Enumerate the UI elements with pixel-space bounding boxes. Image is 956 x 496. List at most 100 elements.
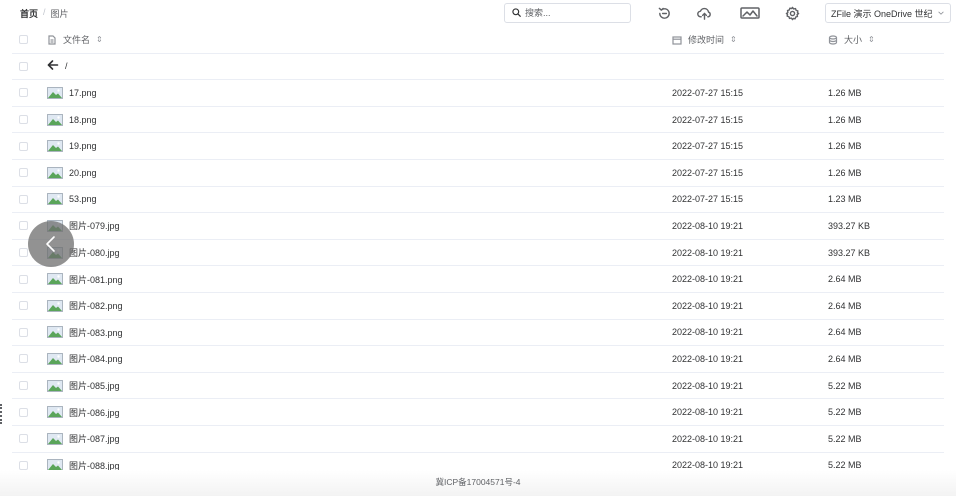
file-name[interactable]: 53.png <box>69 194 97 204</box>
row-checkbox[interactable] <box>19 168 28 178</box>
file-row[interactable]: 图片-084.png 2022-08-10 19:21 2.64 MB <box>12 346 944 373</box>
file-name[interactable]: 图片-087.jpg <box>69 432 120 445</box>
file-name[interactable]: 图片-079.jpg <box>69 219 120 232</box>
file-row[interactable]: 53.png 2022-07-27 15:15 1.23 MB <box>12 187 944 214</box>
file-row[interactable]: 图片-086.jpg 2022-08-10 19:21 5.22 MB <box>12 399 944 426</box>
row-checkbox[interactable] <box>19 434 28 444</box>
row-checkbox[interactable] <box>19 381 28 391</box>
sort-icon[interactable]: ⇕ <box>730 35 737 44</box>
header-name[interactable]: 文件名 ⇕ <box>47 33 103 46</box>
file-size: 1.26 MB <box>828 167 862 178</box>
floating-back-button[interactable] <box>28 221 74 267</box>
file-row[interactable]: 20.png 2022-07-27 15:15 1.26 MB <box>12 160 944 187</box>
file-name[interactable]: 18.png <box>69 115 97 125</box>
file-name-cell: 18.png <box>47 113 97 126</box>
file-size: 393.27 KB <box>828 247 871 258</box>
header-size-label: 大小 <box>844 35 863 46</box>
file-name[interactable]: 图片-085.jpg <box>69 379 120 392</box>
search-input[interactable] <box>525 8 625 18</box>
database-icon <box>828 35 838 45</box>
file-size: 2.64 MB <box>828 300 862 311</box>
arrow-left-icon[interactable] <box>47 59 59 73</box>
select-all-checkbox[interactable] <box>19 35 28 45</box>
image-file-icon <box>47 432 63 445</box>
parent-directory-label: / <box>65 61 68 72</box>
image-file-icon <box>47 140 63 153</box>
row-checkbox[interactable] <box>19 407 28 417</box>
row-checkbox[interactable] <box>19 460 28 470</box>
image-file-icon <box>47 273 63 286</box>
drive-select-value: ZFile 演示 OneDrive 世纪 <box>831 8 933 19</box>
search-box[interactable] <box>504 3 631 23</box>
gallery-icon[interactable] <box>739 4 761 22</box>
row-checkbox[interactable] <box>19 327 28 337</box>
search-icon <box>512 4 521 22</box>
file-name[interactable]: 图片-084.png <box>69 352 123 365</box>
file-time: 2022-07-27 15:15 <box>672 114 744 125</box>
edge-marker <box>0 404 2 424</box>
file-time: 2022-07-27 15:15 <box>672 167 744 178</box>
file-row[interactable]: 图片-082.png 2022-08-10 19:21 2.64 MB <box>12 293 944 320</box>
file-row[interactable]: 图片-080.jpg 2022-08-10 19:21 393.27 KB <box>12 240 944 267</box>
file-row[interactable]: 17.png 2022-07-27 15:15 1.26 MB <box>12 80 944 107</box>
image-file-icon <box>47 87 63 99</box>
gear-icon[interactable] <box>783 4 801 22</box>
row-checkbox[interactable] <box>19 301 28 311</box>
image-file-icon <box>47 166 63 179</box>
breadcrumb-home[interactable]: 首页 <box>20 7 38 20</box>
cloud-upload-icon[interactable] <box>695 4 713 22</box>
row-checkbox[interactable] <box>19 88 28 98</box>
refresh-icon[interactable] <box>655 4 673 22</box>
file-row[interactable]: 18.png 2022-07-27 15:15 1.26 MB <box>12 107 944 134</box>
row-checkbox[interactable] <box>19 61 28 71</box>
file-name[interactable]: 图片-086.jpg <box>69 406 120 419</box>
file-name-cell: 图片-084.png <box>47 352 123 365</box>
file-name[interactable]: 图片-082.png <box>69 299 123 312</box>
sort-icon[interactable]: ⇕ <box>96 35 103 44</box>
drive-select[interactable]: ZFile 演示 OneDrive 世纪 <box>825 3 951 23</box>
file-time: 2022-07-27 15:15 <box>672 194 744 205</box>
row-checkbox[interactable] <box>19 274 28 284</box>
file-name-cell: 图片-085.jpg <box>47 379 120 392</box>
file-table: 文件名 ⇕ 修改时间 ⇕ 大小 ⇕ / 17.png 2022-07-27 15:… <box>12 27 944 480</box>
file-size: 5.22 MB <box>828 460 862 471</box>
file-size: 5.22 MB <box>828 407 862 418</box>
header-time[interactable]: 修改时间 ⇕ <box>672 33 737 46</box>
file-name[interactable]: 图片-081.png <box>69 273 123 286</box>
file-time: 2022-08-10 19:21 <box>672 327 744 338</box>
image-file-icon <box>47 113 63 126</box>
file-row[interactable]: 19.png 2022-07-27 15:15 1.26 MB <box>12 133 944 160</box>
file-size: 393.27 KB <box>828 220 871 231</box>
file-name[interactable]: 19.png <box>69 141 97 151</box>
chevron-left-icon <box>46 236 55 252</box>
row-checkbox[interactable] <box>19 354 28 364</box>
file-name[interactable]: 17.png <box>69 88 97 98</box>
row-checkbox[interactable] <box>19 141 28 151</box>
file-icon <box>47 35 57 45</box>
file-name[interactable]: 图片-083.png <box>69 326 123 339</box>
row-checkbox[interactable] <box>19 115 28 125</box>
parent-directory-row[interactable]: / <box>12 54 944 81</box>
file-time: 2022-08-10 19:21 <box>672 247 744 258</box>
row-checkbox[interactable] <box>19 248 28 258</box>
image-file-icon <box>47 406 63 419</box>
file-name[interactable]: 图片-080.jpg <box>69 246 120 259</box>
file-time: 2022-08-10 19:21 <box>672 433 744 444</box>
file-row[interactable]: 图片-087.jpg 2022-08-10 19:21 5.22 MB <box>12 426 944 453</box>
icp-link[interactable]: 冀ICP备17004571号-4 <box>435 477 520 487</box>
file-name[interactable]: 20.png <box>69 168 97 178</box>
file-row[interactable]: 图片-085.jpg 2022-08-10 19:21 5.22 MB <box>12 373 944 400</box>
file-name-cell: 图片-086.jpg <box>47 406 120 419</box>
file-name-cell: 53.png <box>47 193 97 206</box>
image-file-icon <box>47 299 63 312</box>
row-checkbox[interactable] <box>19 221 28 231</box>
file-row[interactable]: 图片-083.png 2022-08-10 19:21 2.64 MB <box>12 320 944 347</box>
breadcrumb-current[interactable]: 图片 <box>51 7 69 20</box>
file-size: 5.22 MB <box>828 380 862 391</box>
header-size[interactable]: 大小 ⇕ <box>828 33 875 46</box>
sort-icon[interactable]: ⇕ <box>868 35 875 44</box>
file-time: 2022-07-27 15:15 <box>672 141 744 152</box>
file-row[interactable]: 图片-079.jpg 2022-08-10 19:21 393.27 KB <box>12 213 944 240</box>
row-checkbox[interactable] <box>19 194 28 204</box>
file-row[interactable]: 图片-081.png 2022-08-10 19:21 2.64 MB <box>12 266 944 293</box>
